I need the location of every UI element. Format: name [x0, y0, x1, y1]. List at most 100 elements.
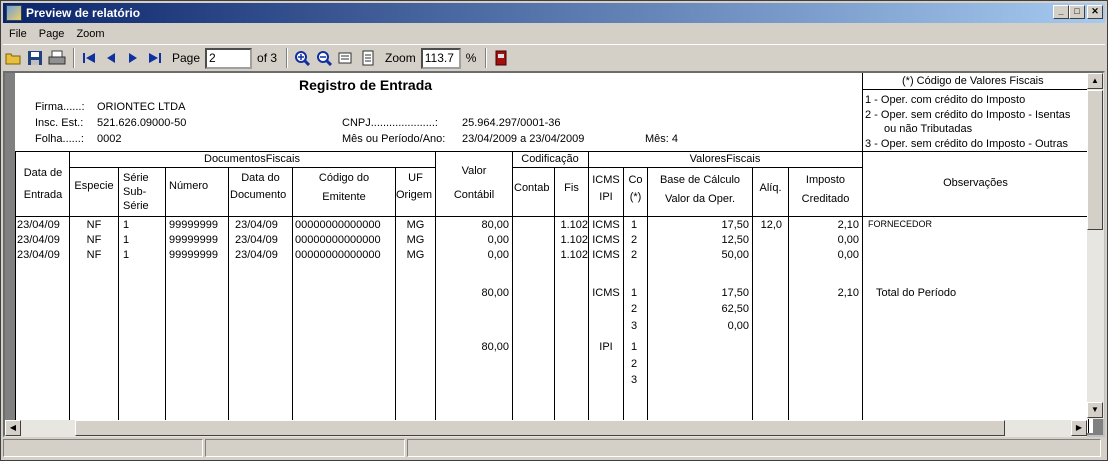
- cell-obs: FORNECEDOR: [868, 219, 933, 229]
- open-button[interactable]: [3, 48, 23, 68]
- cell-co: 2: [631, 234, 638, 246]
- zoom-in-button[interactable]: [292, 48, 312, 68]
- cell-data: 23/04/09: [17, 219, 60, 231]
- status-bar: [3, 439, 1105, 459]
- menu-bar: File Page Zoom: [3, 24, 111, 43]
- cell-imp: ICMS: [592, 234, 620, 246]
- first-page-button[interactable]: [79, 48, 99, 68]
- cell-valor: 0,00: [487, 249, 509, 261]
- cell-numero: 99999999: [169, 234, 218, 246]
- cell-codigo: 00000000000000: [295, 249, 381, 261]
- cell-uf: MG: [406, 249, 425, 261]
- cell-numero: 99999999: [169, 249, 218, 261]
- cnpj-value: 25.964.297/0001-36: [462, 117, 561, 129]
- cell-serie: 1: [123, 219, 130, 231]
- window-title: Preview de relatório: [26, 6, 141, 20]
- cell-serie: 1: [123, 249, 130, 261]
- page-label: Page: [172, 51, 201, 65]
- cell-co: 2: [631, 249, 638, 261]
- save-button[interactable]: [25, 48, 45, 68]
- cell-data_doc: 23/04/09: [235, 234, 278, 246]
- cell-especie: NF: [86, 234, 102, 246]
- scroll-down-button[interactable]: ▼: [1087, 402, 1103, 418]
- mes-value: Mês: 4: [645, 133, 679, 145]
- cell-base: 17,50: [721, 219, 749, 231]
- app-icon: [6, 5, 22, 21]
- prev-page-button[interactable]: [101, 48, 121, 68]
- page-width-button[interactable]: [336, 48, 356, 68]
- floppy-icon: [28, 51, 42, 65]
- total-ipi-valor: 80,00: [481, 341, 509, 353]
- page-input[interactable]: 2: [205, 47, 253, 69]
- report-title: Registro de Entrada: [299, 77, 433, 93]
- folder-icon: [5, 53, 21, 65]
- print-button[interactable]: [47, 48, 67, 68]
- cell-base: 50,00: [721, 249, 749, 261]
- legend-title: (*) Código de Valores Fiscais: [902, 75, 1044, 87]
- zoom-out-icon: [317, 51, 333, 66]
- cell-numero: 99999999: [169, 219, 218, 231]
- full-page-button[interactable]: [358, 48, 378, 68]
- firma-value: ORIONTEC LTDA: [97, 101, 186, 113]
- cell-data_doc: 23/04/09: [235, 219, 278, 231]
- maximize-button[interactable]: □: [1069, 5, 1085, 19]
- cell-fis: 1.102: [560, 219, 588, 231]
- cell-imposto: 0,00: [837, 234, 859, 246]
- title-bar[interactable]: Preview de relatório _ □ ✕: [3, 3, 1105, 23]
- door-exit-icon: [495, 50, 507, 66]
- minimize-button[interactable]: _: [1053, 5, 1069, 19]
- preview-window: Preview de relatório _ □ ✕ File Page Zoo…: [0, 0, 1108, 461]
- arrow-right-icon: [129, 53, 137, 63]
- report-page: Registro de Entrada Firma......: ORIONTE…: [15, 73, 1093, 433]
- menu-page[interactable]: Page: [33, 28, 71, 40]
- next-page-button[interactable]: [123, 48, 143, 68]
- cell-data_doc: 23/04/09: [235, 249, 278, 261]
- insc-value: 521.626.09000-50: [97, 117, 187, 129]
- zoom-in-icon: [295, 51, 311, 66]
- report-viewport[interactable]: Registro de Entrada Firma......: ORIONTE…: [3, 71, 1105, 437]
- first-page-icon: [83, 53, 95, 63]
- last-page-button[interactable]: [145, 48, 165, 68]
- cell-base: 12,50: [721, 234, 749, 246]
- scroll-up-button[interactable]: ▲: [1087, 73, 1103, 89]
- cell-data: 23/04/09: [17, 234, 60, 246]
- zoom-out-button[interactable]: [314, 48, 334, 68]
- cell-especie: NF: [86, 219, 102, 231]
- cell-fis: 1.102: [560, 234, 588, 246]
- exit-button[interactable]: [491, 48, 511, 68]
- cell-data: 23/04/09: [17, 249, 60, 261]
- cell-valor: 0,00: [487, 234, 509, 246]
- horizontal-scroll-thumb[interactable]: [75, 420, 1005, 436]
- arrow-left-icon: [107, 53, 115, 63]
- zoom-input[interactable]: 113.7: [420, 47, 461, 69]
- cell-imposto: 2,10: [837, 219, 859, 231]
- status-panel-1: [3, 439, 203, 457]
- cell-fis: 1.102: [560, 249, 588, 261]
- page-count: of 3: [257, 51, 278, 65]
- last-page-icon: [149, 53, 161, 63]
- cell-especie: NF: [86, 249, 102, 261]
- cell-uf: MG: [406, 219, 425, 231]
- cell-serie: 1: [123, 234, 130, 246]
- vertical-scroll-thumb[interactable]: [1087, 90, 1103, 230]
- status-panel-2: [205, 439, 405, 457]
- cell-co: 1: [631, 219, 638, 231]
- zoom-label: Zoom: [385, 51, 416, 65]
- cell-imp: ICMS: [592, 249, 620, 261]
- close-button[interactable]: ✕: [1087, 5, 1103, 19]
- periodo-value: 23/04/2009 a 23/04/2009: [462, 133, 585, 145]
- zoom-percent: %: [465, 51, 477, 65]
- horizontal-scrollbar[interactable]: ◀ ▶: [5, 420, 1087, 437]
- scroll-right-button[interactable]: ▶: [1071, 420, 1087, 436]
- total-icms-valor: 80,00: [481, 287, 509, 299]
- cell-imp: ICMS: [592, 219, 620, 231]
- cell-codigo: 00000000000000: [295, 234, 381, 246]
- menu-zoom[interactable]: Zoom: [70, 28, 110, 40]
- cell-codigo: 00000000000000: [295, 219, 381, 231]
- cell-imposto: 0,00: [837, 249, 859, 261]
- folha-value: 0002: [97, 133, 122, 145]
- vertical-scrollbar[interactable]: ▲ ▼: [1087, 73, 1104, 419]
- menu-file[interactable]: File: [3, 28, 33, 40]
- page-width-icon: [338, 52, 352, 64]
- scroll-left-button[interactable]: ◀: [5, 420, 21, 436]
